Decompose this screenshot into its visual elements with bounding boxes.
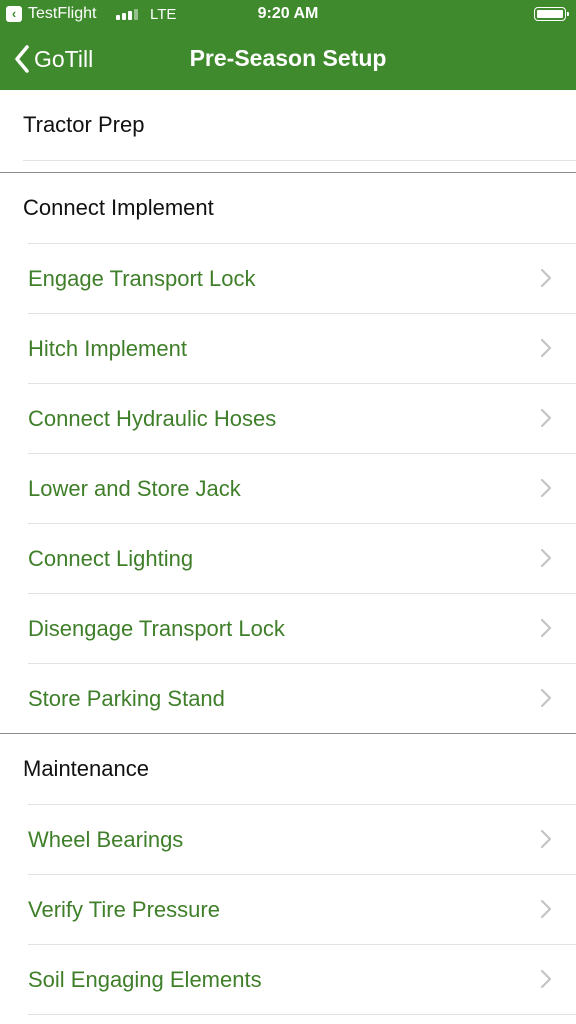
section-header-maintenance: Maintenance [23,756,149,781]
chevron-right-icon [540,338,552,358]
section-header-tractor-prep: Tractor Prep [23,112,145,137]
list-item-wheel-bearings[interactable]: Wheel Bearings [28,804,576,874]
chevron-right-icon [540,478,552,498]
list-item-label: Hitch Implement [28,335,187,361]
list-item-label: Disengage Transport Lock [28,615,285,641]
chevron-right-icon [540,268,552,288]
battery-icon [534,7,569,21]
list-item-connect-hydraulic-hoses[interactable]: Connect Hydraulic Hoses [28,383,576,453]
status-time: 9:20 AM [257,5,319,22]
list-item-label: Engage Transport Lock [28,265,256,291]
list-item-label: Soil Engaging Elements [28,966,262,992]
chevron-right-icon [540,899,552,919]
list-item-label: Connect Lighting [28,545,194,571]
list-item-verify-tire-pressure[interactable]: Verify Tire Pressure [28,874,576,944]
chevron-right-icon [540,688,552,708]
chevron-right-icon [540,408,552,428]
list-item-label: Store Parking Stand [28,685,225,711]
list-item-store-parking-stand[interactable]: Store Parking Stand [28,663,576,733]
list-item-engage-transport-lock[interactable]: Engage Transport Lock [28,243,576,313]
list-item-soil-engaging-elements[interactable]: Soil Engaging Elements [28,944,576,1014]
list-item-hitch-implement[interactable]: Hitch Implement [28,313,576,383]
list-item-label: Lower and Store Jack [28,475,241,501]
list-item-label: Connect Hydraulic Hoses [28,405,277,431]
section-header-connect-implement: Connect Implement [23,195,214,220]
chevron-right-icon [540,829,552,849]
list-item-connect-lighting[interactable]: Connect Lighting [28,523,576,593]
page-title: Pre-Season Setup [189,45,387,71]
list-item-disengage-transport-lock[interactable]: Disengage Transport Lock [28,593,576,663]
chevron-right-icon [540,548,552,568]
list-item-label: Verify Tire Pressure [28,896,220,922]
chevron-right-icon [540,618,552,638]
divider [28,1014,576,1015]
chevron-right-icon [540,969,552,989]
list-item-label: Wheel Bearings [28,826,184,852]
status-bar: ‹ TestFlight LTE 9:20 AM [0,0,576,30]
setup-list: Tractor Prep Connect Implement Engage Tr… [0,90,576,1015]
navigation-bar: GoTill Pre-Season Setup [0,30,576,90]
list-item-lower-and-store-jack[interactable]: Lower and Store Jack [28,453,576,523]
